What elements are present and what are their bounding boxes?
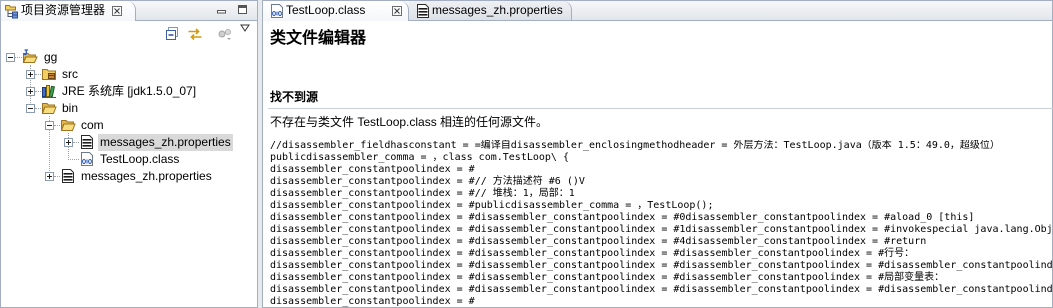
editor-tab-label: TestLoop.class: [286, 3, 366, 17]
code-line: publicdisassembler_comma = ，class com.Te…: [270, 152, 569, 163]
tree-node-com[interactable]: com: [0, 117, 256, 134]
code-line: disassembler_constantpoolindex = #disass…: [270, 272, 945, 283]
editor-tab-label: messages_zh.properties: [432, 3, 563, 17]
maximize-icon[interactable]: [237, 4, 248, 15]
explorer-tab[interactable]: 项目资源管理器: [1, 1, 136, 21]
properties-file-icon: [79, 134, 95, 150]
code-line: disassembler_constantpoolindex = #disass…: [270, 212, 975, 223]
code-line: disassembler_constantpoolindex = #disass…: [270, 248, 915, 259]
class-file-icon: [269, 3, 285, 19]
close-icon[interactable]: [392, 6, 402, 16]
code-line: disassembler_constantpoolindex = #// 堆栈：…: [270, 188, 575, 199]
java-project-icon: [22, 49, 38, 65]
disassembly-text[interactable]: //disassembler_fieldhasconstant = =编译自di…: [270, 140, 1053, 308]
collapse-toggle-icon[interactable]: [26, 104, 35, 113]
close-icon[interactable]: [112, 6, 122, 16]
explorer-tab-label: 项目资源管理器: [21, 3, 106, 17]
tree-node-label: messages_zh.properties: [81, 169, 212, 183]
code-line: disassembler_constantpoolindex = #disass…: [270, 224, 1053, 235]
tree-node-label: com: [81, 118, 104, 132]
code-line: disassembler_constantpoolindex = #: [270, 164, 475, 175]
code-line: disassembler_constantpoolindex = #public…: [270, 200, 714, 211]
tree-node-jre-library[interactable]: JRE 系统库 [jdk1.5.0_07]: [0, 83, 256, 100]
tree-node-bin[interactable]: bin: [0, 100, 256, 117]
code-line: disassembler_constantpoolindex = #// 方法描…: [270, 176, 585, 187]
source-folder-icon: [41, 66, 57, 82]
source-not-found-message: 不存在与类文件 TestLoop.class 相连的任何源文件。: [270, 115, 549, 129]
code-line: disassembler_constantpoolindex = #disass…: [270, 284, 1053, 295]
folder-icon: [41, 100, 57, 116]
tree-node-messages-properties[interactable]: messages_zh.properties: [0, 168, 256, 185]
properties-file-icon: [415, 3, 431, 19]
code-line: //disassembler_fieldhasconstant = =编译自di…: [270, 140, 1000, 151]
source-not-found-title: 找不到源: [270, 90, 319, 104]
project-explorer-view: 项目资源管理器 gg src JRE 系统库 [jdk1.5.0_07] bin…: [0, 0, 258, 308]
tree-node-messages-properties[interactable]: messages_zh.properties: [0, 134, 256, 151]
tree-node-label: gg: [44, 50, 58, 64]
expand-toggle-icon[interactable]: [26, 87, 35, 96]
tree-node-src[interactable]: src: [0, 66, 256, 83]
code-line: disassembler_constantpoolindex = #disass…: [270, 260, 1053, 271]
tree-node-testloop-class[interactable]: TestLoop.class: [0, 151, 256, 168]
collapse-all-icon[interactable]: [164, 26, 180, 42]
editor-tab-messages-properties[interactable]: messages_zh.properties: [409, 1, 572, 20]
class-file-icon: [79, 151, 95, 167]
link-with-editor-icon[interactable]: [187, 26, 203, 42]
expand-toggle-icon[interactable]: [45, 172, 54, 181]
minimize-icon[interactable]: [216, 4, 227, 15]
collapse-toggle-icon[interactable]: [45, 121, 54, 130]
code-line: disassembler_constantpoolindex = #disass…: [270, 236, 927, 247]
editor-title: 类文件编辑器: [270, 30, 367, 47]
tree-node-label: bin: [62, 101, 79, 115]
class-file-editor: TestLoop.class messages_zh.properties 类文…: [262, 0, 1053, 308]
tree-node-label: messages_zh.properties: [98, 134, 233, 151]
tree-node-gg[interactable]: gg: [0, 49, 256, 66]
focus-active-task-icon[interactable]: [217, 26, 233, 42]
editor-tab-testloop-class[interactable]: TestLoop.class: [263, 1, 409, 21]
expand-toggle-icon[interactable]: [26, 70, 35, 79]
folder-icon: [60, 117, 76, 133]
code-line: disassembler_constantpoolindex = #: [270, 296, 475, 307]
tree-node-label: JRE 系统库 [jdk1.5.0_07]: [62, 84, 197, 98]
explorer-toolbar: [1, 21, 257, 45]
project-explorer-icon: [4, 3, 20, 19]
expand-toggle-icon[interactable]: [64, 138, 73, 147]
properties-file-icon: [60, 168, 76, 184]
collapse-toggle-icon[interactable]: [6, 53, 15, 62]
tree-node-label: TestLoop.class: [100, 152, 180, 166]
tree-node-label: src: [62, 67, 78, 81]
jre-library-icon: [41, 83, 57, 99]
section-separator: [268, 108, 1053, 109]
view-menu-icon[interactable]: [240, 24, 250, 32]
